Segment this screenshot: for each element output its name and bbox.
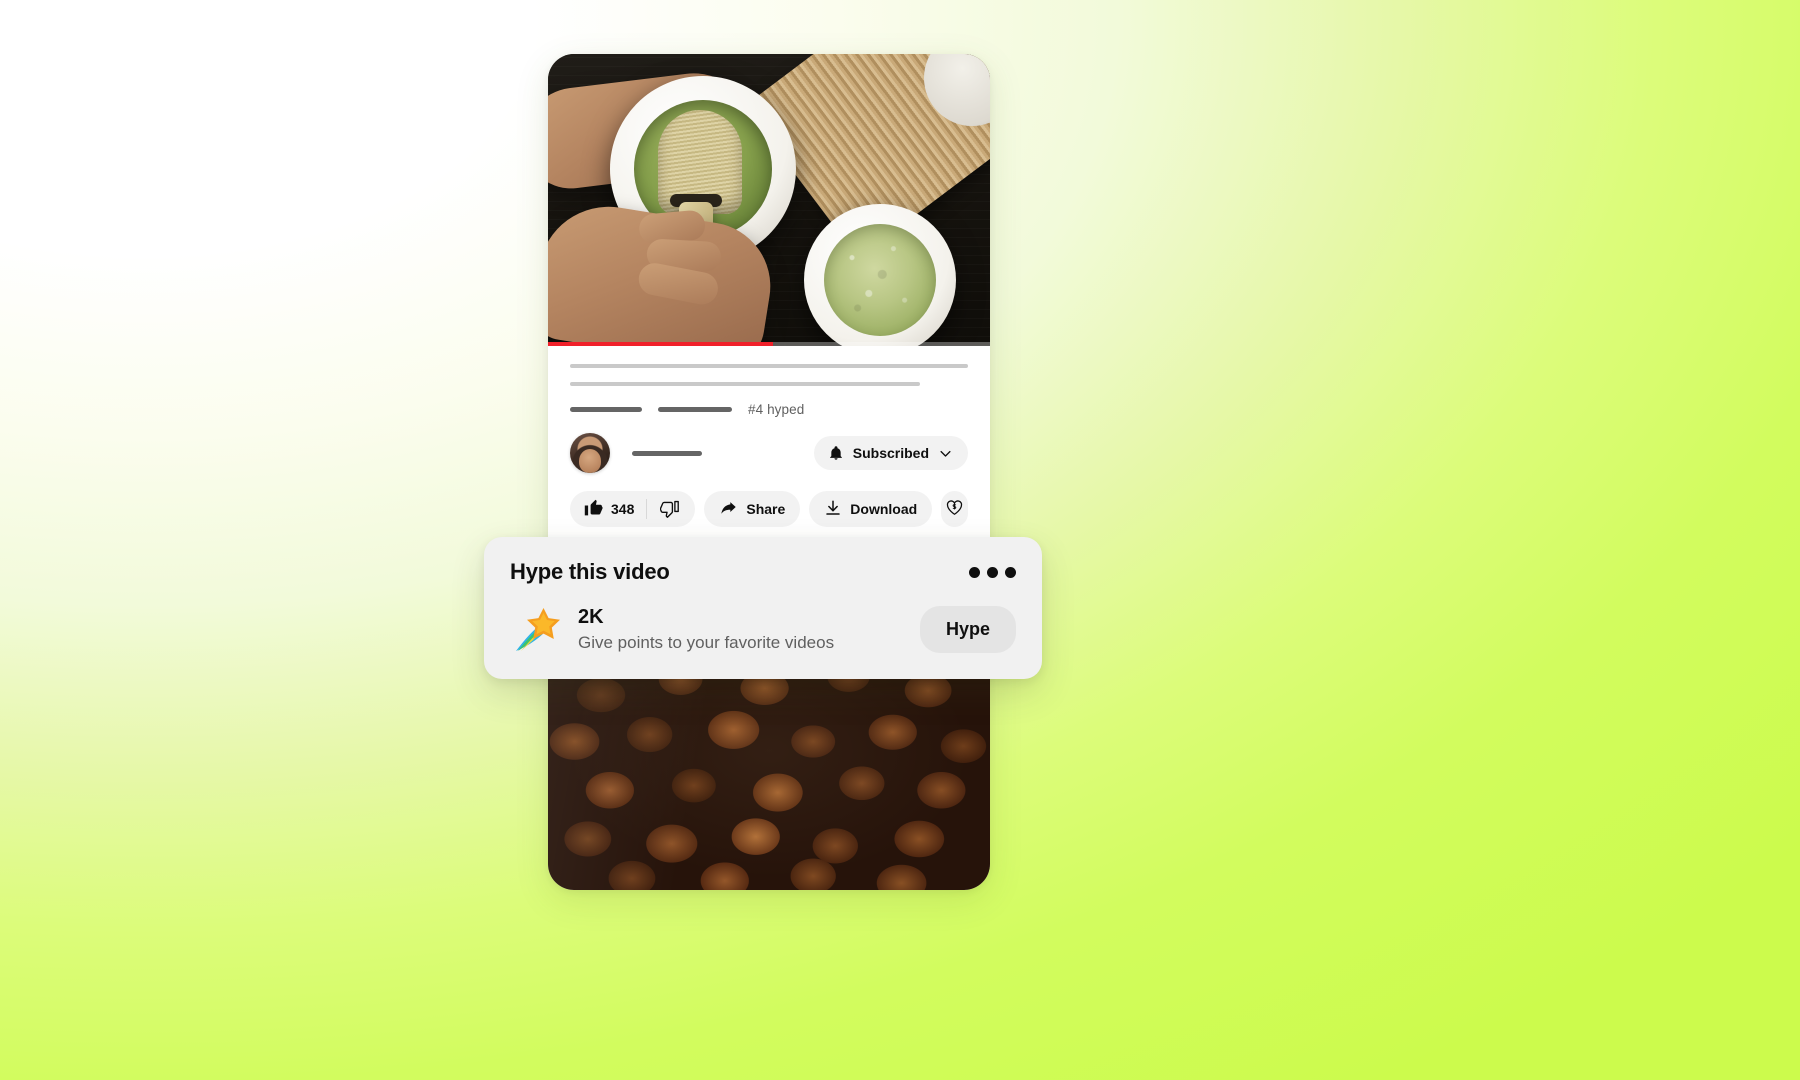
action-buttons-row: 348 Share Download bbox=[570, 491, 968, 527]
download-button[interactable]: Download bbox=[809, 491, 933, 527]
title-placeholder-line-2 bbox=[570, 382, 921, 386]
hyped-rank-label: #4 hyped bbox=[748, 402, 805, 417]
channel-row: Subscribed bbox=[570, 433, 968, 473]
date-placeholder bbox=[658, 407, 732, 412]
bell-icon bbox=[828, 445, 844, 461]
thanks-button[interactable] bbox=[941, 491, 968, 527]
hype-card-header: Hype this video bbox=[510, 559, 1016, 585]
views-placeholder bbox=[570, 407, 642, 412]
hype-points-value: 2K bbox=[578, 606, 604, 628]
thumbs-down-icon[interactable] bbox=[647, 500, 693, 519]
hype-button[interactable]: Hype bbox=[919, 605, 1016, 653]
hype-card-title: Hype this video bbox=[510, 559, 670, 584]
like-dislike-group: 348 bbox=[570, 491, 696, 527]
video-progress-fill bbox=[548, 342, 774, 346]
video-progress-bar[interactable] bbox=[548, 342, 990, 346]
video-player[interactable] bbox=[548, 54, 990, 346]
coffee-beans-video[interactable] bbox=[548, 658, 990, 890]
matcha-powder-bowl bbox=[804, 204, 956, 346]
heart-dollar-icon bbox=[945, 498, 964, 520]
share-arrow-icon bbox=[719, 498, 738, 520]
share-label: Share bbox=[746, 501, 786, 517]
share-button[interactable]: Share bbox=[704, 491, 801, 527]
like-count: 348 bbox=[611, 501, 635, 517]
download-icon bbox=[824, 499, 842, 520]
more-options-icon[interactable] bbox=[969, 559, 1016, 578]
download-label: Download bbox=[850, 501, 918, 517]
chevron-down-icon bbox=[938, 446, 953, 461]
subscribed-button[interactable]: Subscribed bbox=[813, 436, 968, 470]
hype-description: Give points to your favorite videos bbox=[578, 633, 835, 652]
hype-card-body: 2K Give points to your favorite videos H… bbox=[510, 603, 1016, 655]
video-meta-section: #4 hyped Subscribed 348 Share Download bbox=[548, 346, 990, 527]
phone-mockup: #4 hyped Subscribed 348 Share Download bbox=[548, 54, 990, 890]
shooting-star-icon bbox=[510, 603, 562, 655]
thumbs-up-icon[interactable] bbox=[584, 498, 603, 520]
subscribed-label: Subscribed bbox=[852, 445, 929, 461]
avatar[interactable] bbox=[570, 433, 610, 473]
title-placeholder-line-1 bbox=[570, 364, 968, 368]
channel-name-placeholder bbox=[632, 450, 702, 456]
matcha-video-frame bbox=[548, 54, 990, 346]
hype-this-video-card: Hype this video 2K Give points to your f… bbox=[484, 537, 1042, 679]
video-stats-row: #4 hyped bbox=[570, 402, 968, 417]
hype-card-text: 2K Give points to your favorite videos bbox=[578, 605, 834, 653]
